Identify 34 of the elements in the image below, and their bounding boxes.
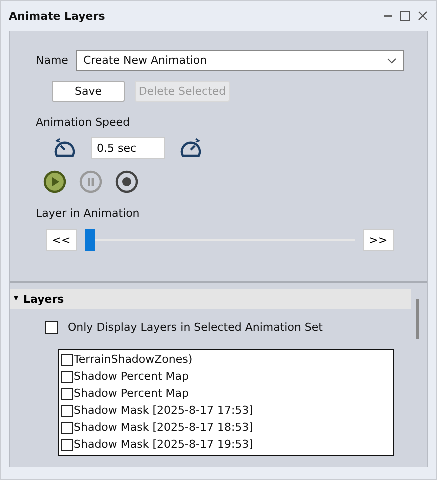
scrollbar-thumb[interactable]	[416, 299, 419, 339]
speed-field[interactable]: 0.5 sec	[91, 137, 165, 159]
chevron-down-icon	[387, 58, 398, 64]
save-button[interactable]: Save	[52, 81, 125, 102]
next-button[interactable]: >>	[363, 229, 394, 251]
layer-name[interactable]: Shadow Mask [2025-8-17 19:53]	[74, 438, 254, 451]
layer-name[interactable]: Shadow Mask [2025-8-17 17:53]	[74, 404, 254, 417]
layer-checkbox[interactable]	[61, 370, 73, 382]
layer-in-animation-label: Layer in Animation	[36, 207, 140, 220]
layers-section-header[interactable]: ▾ Layers	[10, 289, 411, 309]
speedometer-fast-icon	[180, 137, 202, 159]
layer-checkbox[interactable]	[61, 438, 73, 450]
slider-thumb[interactable]	[85, 229, 95, 251]
layer-checkbox[interactable]	[61, 354, 73, 366]
layer-checkbox[interactable]	[61, 388, 73, 400]
layer-name[interactable]: Shadow Percent Map	[74, 370, 190, 383]
close-icon[interactable]	[418, 11, 428, 21]
filter-label: Only Display Layers in Selected Animation Set	[68, 321, 323, 334]
speedometer-slow-icon	[54, 137, 76, 159]
layer-name[interactable]: Shadow Percent Map	[74, 387, 190, 400]
layer-checkbox[interactable]	[61, 404, 73, 416]
name-label: Name	[36, 54, 68, 67]
animation-speed-label: Animation Speed	[36, 116, 130, 129]
layer-checkbox[interactable]	[61, 422, 73, 434]
name-dropdown[interactable]: Create New Animation	[76, 50, 404, 71]
window-title: Animate Layers	[9, 10, 106, 22]
minimize-icon[interactable]	[384, 14, 392, 18]
layer-name[interactable]: TerrainShadowZones)	[74, 353, 193, 366]
play-button[interactable]	[43, 170, 67, 194]
maximize-icon[interactable]	[400, 11, 410, 21]
layer-name[interactable]: Shadow Mask [2025-8-17 18:53]	[74, 421, 254, 434]
stop-button[interactable]	[115, 170, 139, 194]
filter-checkbox[interactable]	[45, 321, 58, 334]
previous-button[interactable]: <<	[46, 229, 77, 251]
